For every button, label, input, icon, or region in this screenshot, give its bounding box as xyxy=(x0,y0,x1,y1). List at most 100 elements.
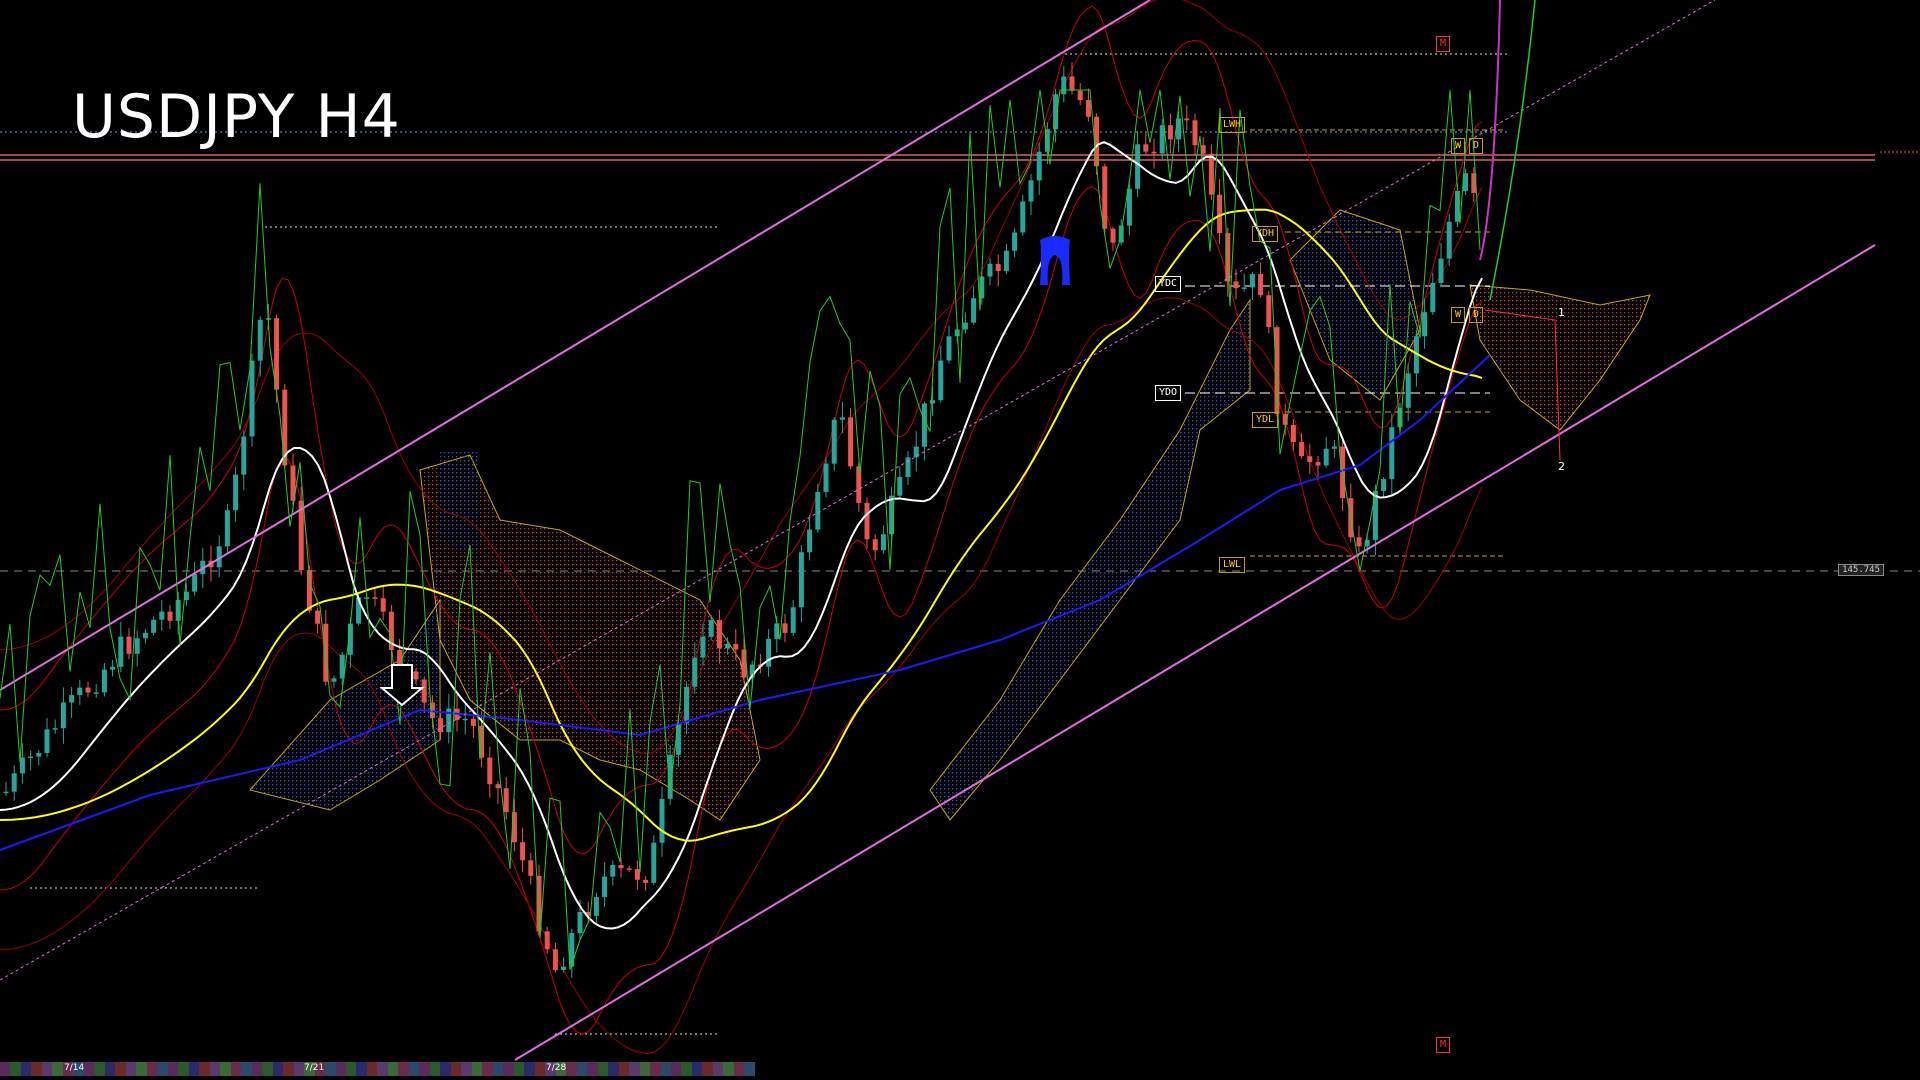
date-bar-segment xyxy=(335,1062,346,1076)
candle-body xyxy=(1422,312,1428,337)
kumo-blue-3 xyxy=(929,298,1251,821)
date-bar-segment xyxy=(283,1062,294,1076)
date-bar-segment xyxy=(503,1062,514,1076)
price-chart[interactable] xyxy=(0,0,1920,1080)
candle-body xyxy=(413,671,419,680)
candle-body xyxy=(1012,232,1018,251)
date-bar-segment xyxy=(220,1062,231,1076)
candle-body xyxy=(602,876,608,898)
date-bar-segment xyxy=(83,1062,95,1076)
candle-body xyxy=(110,666,116,670)
date-bar-segment xyxy=(115,1062,126,1076)
candle-body xyxy=(1356,537,1362,547)
date-bar-segment xyxy=(597,1062,609,1076)
date-bar-segment xyxy=(178,1062,189,1076)
candle-body xyxy=(421,679,427,703)
date-bar-segment xyxy=(482,1062,493,1076)
date-bar-segment xyxy=(209,1062,221,1076)
candle-body xyxy=(257,319,263,361)
tag-lwl: LWL xyxy=(1219,557,1246,573)
level-lines xyxy=(0,53,1920,1035)
candle-body xyxy=(85,687,91,693)
candle-body xyxy=(618,864,624,869)
date-bar-segment xyxy=(534,1062,546,1076)
date-bar-segment xyxy=(251,1062,263,1076)
candle-body xyxy=(593,897,599,916)
date-bar-segment xyxy=(146,1062,158,1076)
date-bar-segment xyxy=(94,1062,105,1076)
date-bar-segment xyxy=(356,1062,367,1076)
candle-body xyxy=(897,476,903,496)
candle-body xyxy=(1258,274,1264,296)
candle-body xyxy=(684,686,690,724)
candle-body xyxy=(315,610,321,624)
oscillator-path xyxy=(0,89,1481,970)
date-bar-segment xyxy=(262,1062,273,1076)
candle-body xyxy=(167,611,173,621)
date-bar-segment xyxy=(52,1062,63,1076)
trend-channels xyxy=(0,0,1876,1061)
candle-body xyxy=(1323,448,1329,466)
ichimoku-cloud xyxy=(249,209,1651,821)
date-bar-segment xyxy=(702,1062,713,1076)
candle-body xyxy=(823,463,829,492)
candle-body xyxy=(561,966,567,971)
date-bar-segment xyxy=(618,1062,630,1076)
candle-body xyxy=(1020,201,1026,233)
candle-body xyxy=(249,360,255,437)
date-bar-segment xyxy=(136,1062,147,1076)
candle-body xyxy=(839,417,845,420)
candle-body xyxy=(1315,462,1321,466)
candle-body xyxy=(134,638,140,654)
candle-body xyxy=(528,860,534,876)
candle-body xyxy=(1208,153,1214,195)
candle-body xyxy=(962,322,968,330)
date-bar-segment xyxy=(671,1062,682,1076)
candle-body xyxy=(569,933,575,967)
date-label-2: 7/21 xyxy=(304,1063,325,1073)
candle-body xyxy=(224,510,230,547)
date-bar-segment xyxy=(419,1062,430,1076)
candle-body xyxy=(790,607,796,633)
candle-body xyxy=(1003,250,1009,272)
date-bar-segment xyxy=(31,1062,42,1076)
date-bar-segment xyxy=(576,1062,588,1076)
date-bar-segment xyxy=(681,1062,692,1076)
candles xyxy=(3,62,1477,978)
candle-body xyxy=(69,695,75,703)
candle-body xyxy=(159,611,165,620)
date-bar-segment xyxy=(629,1062,640,1076)
candle-body xyxy=(1028,180,1034,202)
candle-body xyxy=(126,636,132,654)
date-bar-segment xyxy=(272,1062,284,1076)
candle-body xyxy=(331,678,337,682)
candle-body xyxy=(1110,228,1116,243)
tag-ydo: YDO xyxy=(1155,385,1182,401)
date-bar-segment xyxy=(157,1062,168,1076)
date-bar-segment xyxy=(492,1062,504,1076)
date-bar-segment xyxy=(461,1062,472,1076)
candle-body xyxy=(52,728,58,730)
candle-body xyxy=(1184,118,1190,121)
candle-body xyxy=(397,649,403,666)
date-bar-segment xyxy=(199,1062,210,1076)
date-bar-segment xyxy=(440,1062,451,1076)
candle-body xyxy=(487,757,493,785)
candle-body xyxy=(1438,258,1444,283)
date-scale-bar xyxy=(0,1062,755,1076)
candle-body xyxy=(880,534,886,551)
candle-body xyxy=(807,529,813,553)
tag-d-bottom: D xyxy=(1469,307,1484,323)
candle-body xyxy=(1077,90,1083,101)
candle-body xyxy=(1061,76,1067,95)
date-bar-segment xyxy=(566,1062,577,1076)
candle-body xyxy=(651,842,657,883)
date-bar-segment xyxy=(10,1062,21,1076)
candle-body xyxy=(692,657,698,687)
candle-body xyxy=(659,798,665,843)
candle-body xyxy=(11,773,17,792)
kumo-blue-2 xyxy=(249,598,441,811)
candle-body xyxy=(1446,221,1452,259)
date-bar-segment xyxy=(639,1062,651,1076)
candle-body xyxy=(643,879,649,883)
